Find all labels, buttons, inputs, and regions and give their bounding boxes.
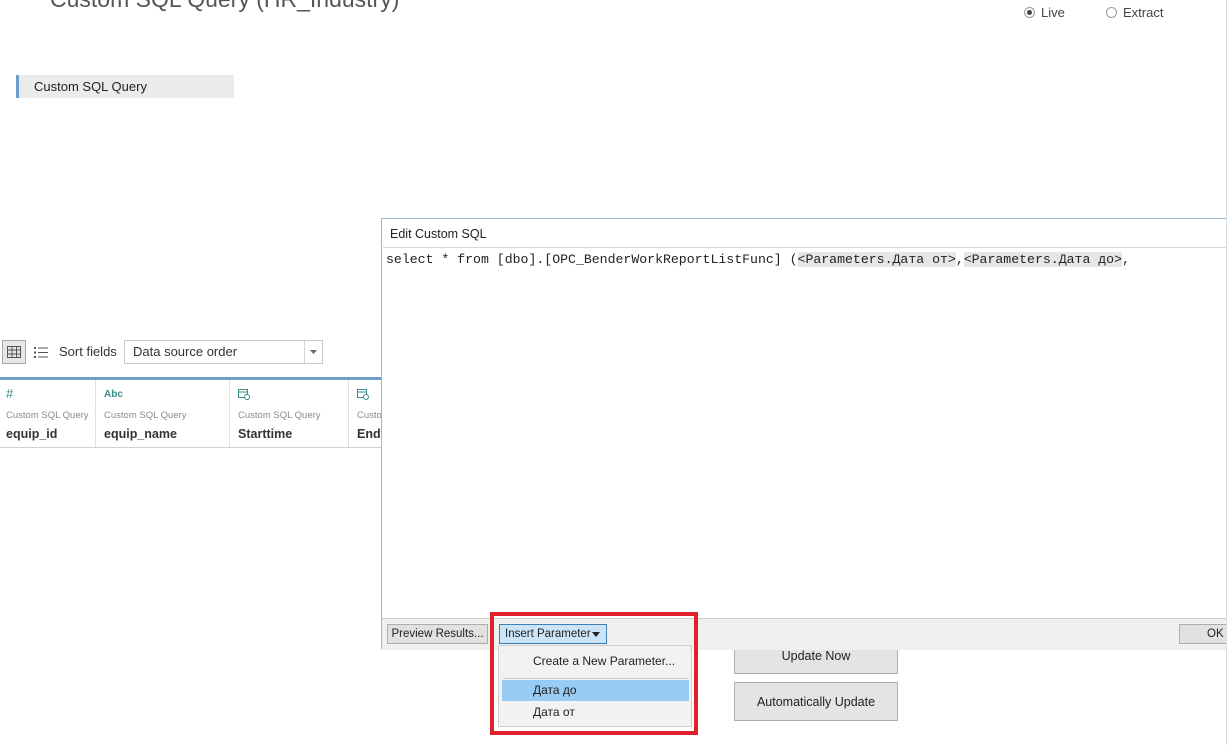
live-radio[interactable]: Live xyxy=(1024,5,1065,20)
string-type-icon: Abc xyxy=(104,389,123,400)
annotation-highlight-box xyxy=(490,612,698,735)
grid-view-button[interactable] xyxy=(2,340,26,364)
radio-unselected-icon xyxy=(1106,7,1117,18)
automatically-update-button[interactable]: Automatically Update xyxy=(734,682,898,721)
sql-separator: , xyxy=(955,252,964,267)
column-name: equip_name xyxy=(104,427,177,441)
column-name: Starttime xyxy=(238,427,293,441)
column-source: Custom SQL Query xyxy=(238,410,321,421)
sql-text: select * from [dbo].[OPC_BenderWorkRepor… xyxy=(386,252,1130,267)
list-view-button[interactable] xyxy=(32,342,50,362)
column-header-endtime[interactable]: Custom SQL Query Endtime xyxy=(349,380,382,447)
update-now-button[interactable]: Update Now xyxy=(734,647,898,674)
column-source: Custom SQL Query xyxy=(104,410,187,421)
sort-fields-label: Sort fields xyxy=(59,344,117,359)
column-source: Custom SQL Query xyxy=(6,410,89,421)
sql-suffix: , xyxy=(1122,252,1130,267)
grid-view-icon xyxy=(7,346,21,358)
column-name: equip_id xyxy=(6,427,58,441)
parameter-token: <Parameters.Дата до> xyxy=(963,252,1123,267)
preview-results-button[interactable]: Preview Results... xyxy=(387,624,488,644)
list-view-icon xyxy=(34,346,48,358)
sql-editor[interactable]: select * from [dbo].[OPC_BenderWorkRepor… xyxy=(383,247,1227,618)
custom-sql-table-pill[interactable]: Custom SQL Query xyxy=(16,75,234,98)
ok-button[interactable]: OK xyxy=(1179,624,1227,644)
datetime-icon xyxy=(357,388,369,403)
table-header-divider xyxy=(0,447,382,448)
chevron-down-icon xyxy=(304,341,322,363)
parameter-token: <Parameters.Дата от> xyxy=(797,252,956,267)
column-name: Endtime xyxy=(357,427,382,441)
column-source: Custom SQL Query xyxy=(357,410,382,421)
radio-selected-icon xyxy=(1024,7,1035,18)
extract-label: Extract xyxy=(1123,5,1164,20)
sort-fields-select[interactable]: Data source order xyxy=(124,340,323,364)
sort-fields-value: Data source order xyxy=(133,344,238,359)
edit-custom-sql-dialog: Edit Custom SQL select * from [dbo].[OPC… xyxy=(381,218,1227,650)
column-header-starttime[interactable]: Custom SQL Query Starttime xyxy=(230,380,349,447)
column-header-equip-name[interactable]: Abc Custom SQL Query equip_name xyxy=(96,380,230,447)
page-title: Custom SQL Query (HR_Industry) xyxy=(50,0,399,13)
number-type-icon: # xyxy=(6,386,14,401)
dialog-title: Edit Custom SQL xyxy=(390,227,487,241)
extract-radio[interactable]: Extract xyxy=(1106,5,1163,20)
live-label: Live xyxy=(1041,5,1065,20)
sql-prefix: select * from [dbo].[OPC_BenderWorkRepor… xyxy=(386,252,798,267)
datetime-icon xyxy=(238,388,250,403)
column-header-equip-id[interactable]: # Custom SQL Query equip_id xyxy=(0,380,96,447)
